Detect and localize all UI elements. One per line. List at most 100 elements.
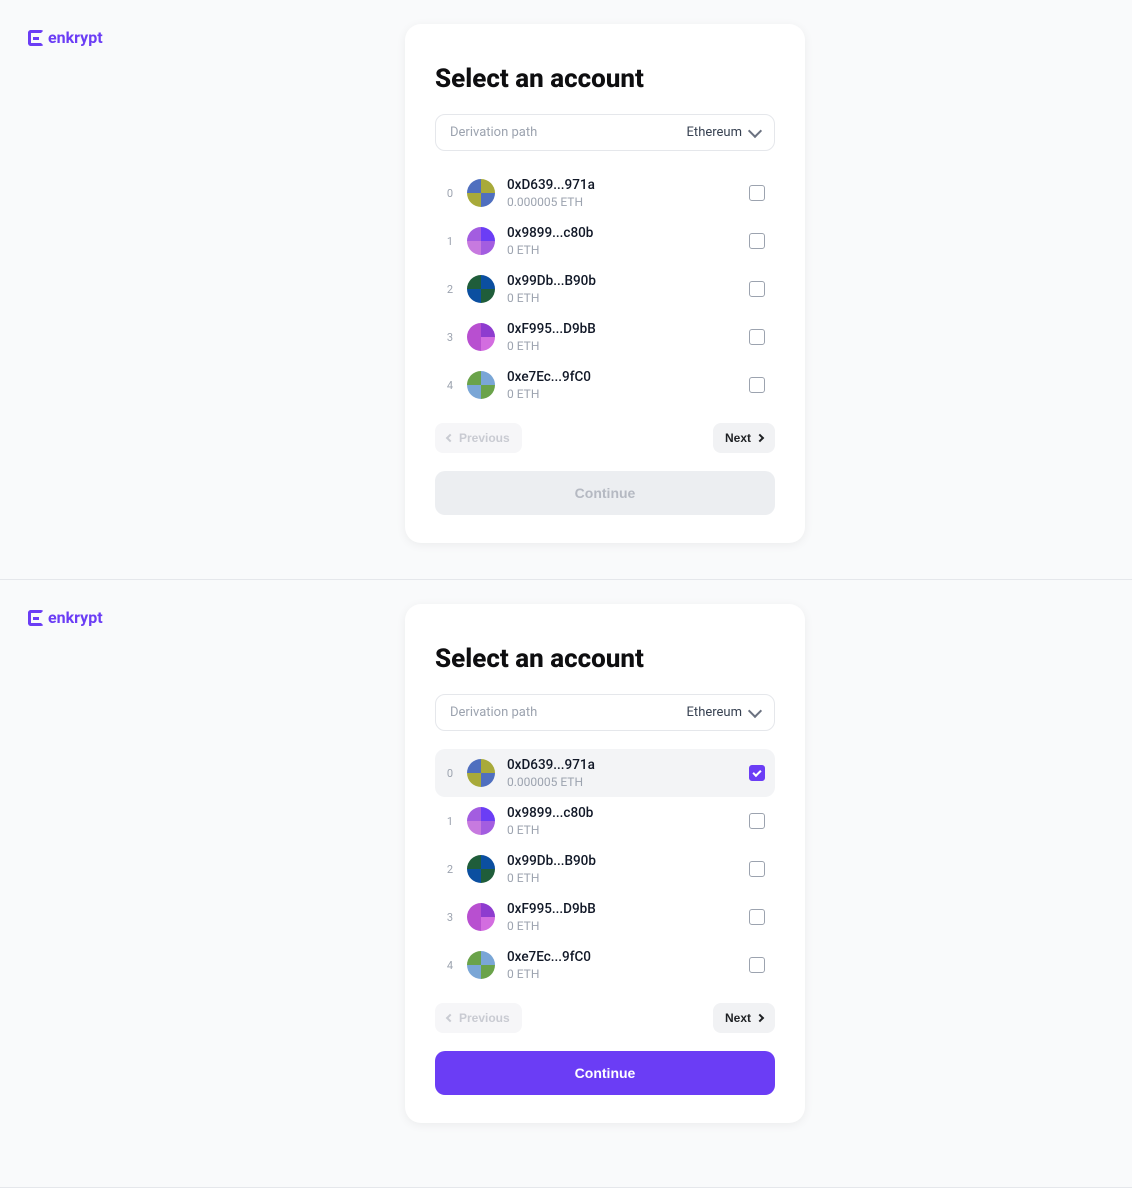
account-row[interactable]: 4 0xe7Ec...9fC00 ETH [435, 941, 775, 989]
account-info: 0x9899...c80b 0 ETH [507, 805, 737, 837]
account-address: 0x9899...c80b [507, 225, 737, 241]
account-balance: 0 ETH [507, 823, 737, 837]
screen-state-none-selected: enkrypt Select an account Derivation pat… [0, 0, 1132, 580]
account-row[interactable]: 30xF995...D9bB0 ETH [435, 893, 775, 941]
identicon-icon [467, 371, 495, 399]
derivation-path-selector[interactable]: Derivation path Ethereum [435, 694, 775, 731]
account-row[interactable]: 40xe7Ec...9fC00 ETH [435, 361, 775, 409]
next-label: Next [725, 1011, 751, 1025]
account-balance: 0 ETH [507, 339, 737, 353]
identicon-icon [467, 951, 495, 979]
account-info: 0xe7Ec...9fC00 ETH [507, 949, 737, 981]
derivation-value: Ethereum [687, 125, 742, 140]
identicon-icon [467, 323, 495, 351]
pagination: Previous Next [435, 423, 775, 453]
chevron-down-icon [748, 123, 762, 137]
account-address: 0x99Db...B90b [507, 273, 737, 289]
account-index: 4 [445, 959, 455, 972]
identicon-icon [467, 903, 495, 931]
account-balance: 0 ETH [507, 967, 737, 981]
account-info: 0x9899...c80b 0 ETH [507, 225, 737, 257]
derivation-path-selector[interactable]: Derivation path Ethereum [435, 114, 775, 151]
account-index: 2 [445, 863, 455, 876]
account-address: 0x9899...c80b [507, 805, 737, 821]
account-row[interactable]: 2 0x99Db...B90b 0 ETH [435, 265, 775, 313]
account-row[interactable]: 1 0x9899...c80b 0 ETH [435, 217, 775, 265]
derivation-label: Derivation path [450, 125, 537, 140]
account-checkbox[interactable] [749, 377, 765, 393]
screen-state-one-selected: enkrypt Select an account Derivation pat… [0, 580, 1132, 1188]
account-checkbox[interactable] [749, 909, 765, 925]
account-list: 00xD639...971a0.000005 ETH10x9899...c80b… [435, 749, 775, 989]
account-info: 0x99Db...B90b 0 ETH [507, 853, 737, 885]
account-balance: 0.000005 ETH [507, 195, 737, 209]
chevron-left-icon [446, 1014, 454, 1022]
account-info: 0xF995...D9bB 0 ETH [507, 321, 737, 353]
account-info: 0x99Db...B90b 0 ETH [507, 273, 737, 305]
account-address: 0xD639...971a [507, 757, 737, 773]
account-balance: 0 ETH [507, 291, 737, 305]
previous-button: Previous [435, 423, 522, 453]
account-checkbox[interactable] [749, 329, 765, 345]
identicon-icon [467, 807, 495, 835]
account-row[interactable]: 2 0x99Db...B90b 0 ETH [435, 845, 775, 893]
page-title: Select an account [435, 64, 775, 94]
account-index: 2 [445, 283, 455, 296]
select-account-card: Select an account Derivation path Ethere… [405, 604, 805, 1123]
derivation-value: Ethereum [687, 705, 742, 720]
identicon-icon [467, 855, 495, 883]
chevron-right-icon [756, 434, 764, 442]
account-row[interactable]: 0 0xD639...971a 0.000005 ETH [435, 169, 775, 217]
chevron-down-icon [748, 703, 762, 717]
account-index: 3 [445, 331, 455, 344]
account-checkbox[interactable] [749, 957, 765, 973]
account-balance: 0 ETH [507, 387, 737, 401]
brand-text: enkrypt [48, 28, 103, 47]
account-checkbox[interactable] [749, 233, 765, 249]
account-balance: 0 ETH [507, 243, 737, 257]
derivation-label: Derivation path [450, 705, 537, 720]
account-index: 1 [445, 235, 455, 248]
account-checkbox[interactable] [749, 281, 765, 297]
logo-mark-icon [28, 610, 44, 626]
account-index: 0 [445, 187, 455, 200]
identicon-icon [467, 759, 495, 787]
check-icon [752, 767, 761, 776]
continue-button: Continue [435, 471, 775, 515]
previous-label: Previous [459, 1011, 510, 1025]
chevron-left-icon [446, 434, 454, 442]
account-info: 0xD639...971a 0.000005 ETH [507, 757, 737, 789]
account-index: 4 [445, 379, 455, 392]
brand-text: enkrypt [48, 608, 103, 627]
account-balance: 0 ETH [507, 919, 737, 933]
select-account-card: Select an account Derivation path Ethere… [405, 24, 805, 543]
account-index: 3 [445, 911, 455, 924]
account-info: 0xD639...971a 0.000005 ETH [507, 177, 737, 209]
account-checkbox[interactable] [749, 185, 765, 201]
next-button[interactable]: Next [713, 1003, 775, 1033]
account-row[interactable]: 0 0xD639...971a 0.000005 ETH [435, 749, 775, 797]
account-checkbox[interactable] [749, 861, 765, 877]
brand-logo: enkrypt [28, 608, 103, 627]
account-checkbox[interactable] [749, 765, 765, 781]
logo-mark-icon [28, 30, 44, 46]
previous-label: Previous [459, 431, 510, 445]
account-list: 0 0xD639...971a 0.000005 ETH 1 0x9899...c80b… [435, 169, 775, 409]
brand-logo: enkrypt [28, 28, 103, 47]
account-balance: 0 ETH [507, 871, 737, 885]
continue-button[interactable]: Continue [435, 1051, 775, 1095]
account-balance: 0.000005 ETH [507, 775, 737, 789]
account-address: 0xD639...971a [507, 177, 737, 193]
account-row[interactable]: 10x9899...c80b0 ETH [435, 797, 775, 845]
pagination: Previous Next [435, 1003, 775, 1033]
account-address: 0x99Db...B90b [507, 853, 737, 869]
identicon-icon [467, 275, 495, 303]
next-button[interactable]: Next [713, 423, 775, 453]
account-index: 0 [445, 767, 455, 780]
account-row[interactable]: 3 0xF995...D9bB 0 ETH [435, 313, 775, 361]
chevron-right-icon [756, 1014, 764, 1022]
previous-button: Previous [435, 1003, 522, 1033]
identicon-icon [467, 227, 495, 255]
account-checkbox[interactable] [749, 813, 765, 829]
account-address: 0xF995...D9bB [507, 321, 737, 337]
